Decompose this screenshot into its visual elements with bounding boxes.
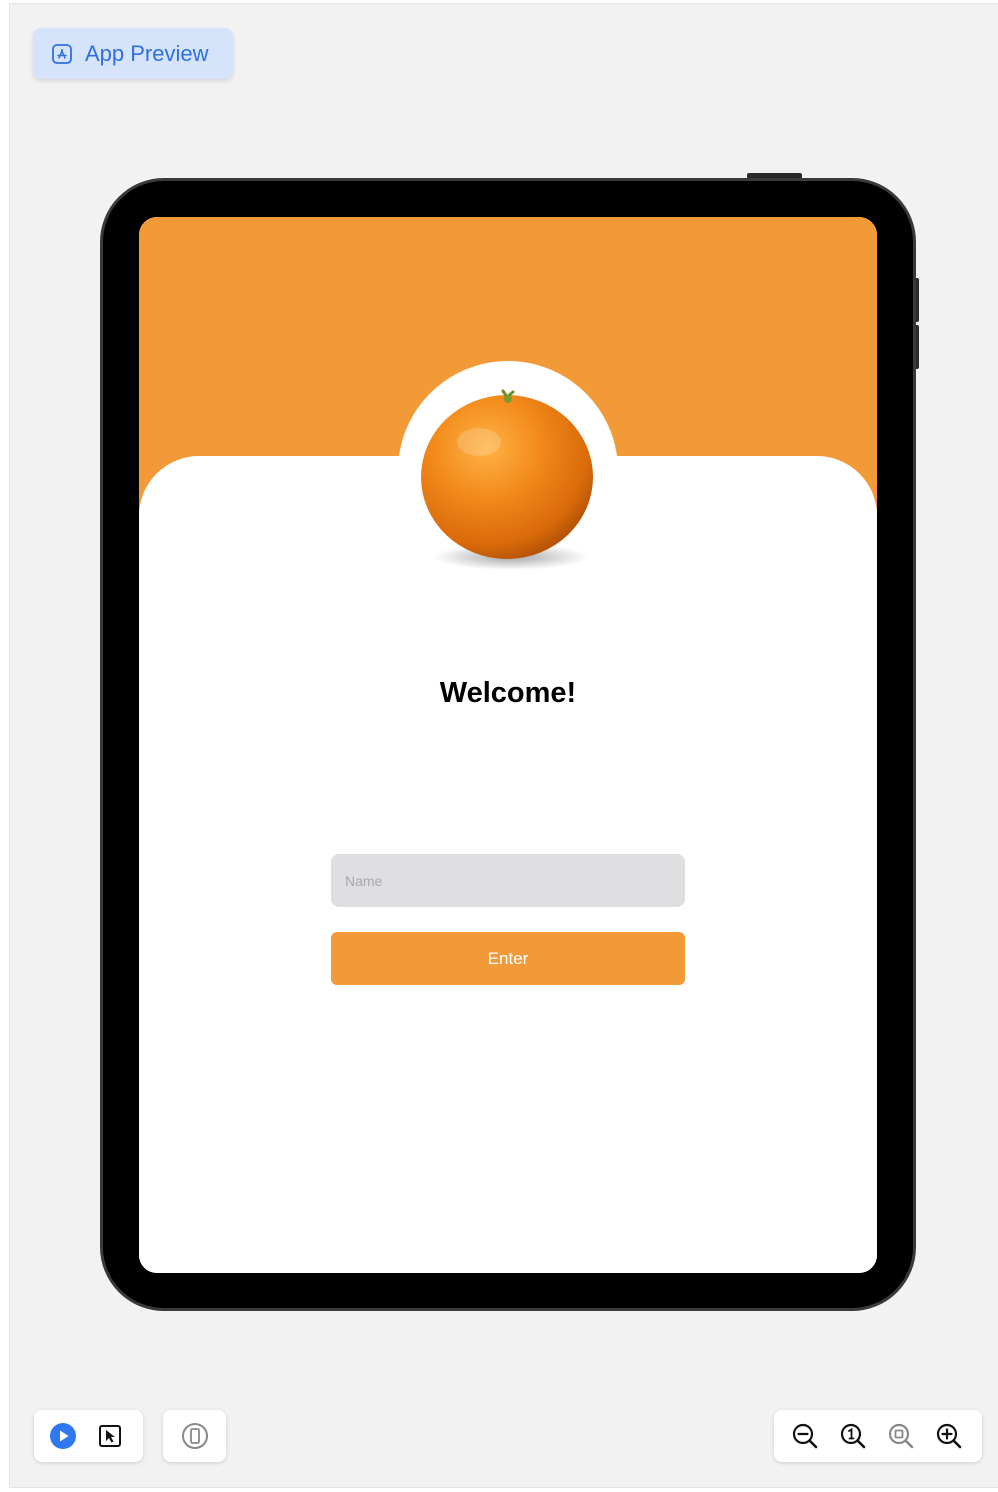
app-store-icon (51, 43, 73, 65)
enter-button[interactable]: Enter (331, 932, 685, 985)
app-preview-badge[interactable]: App Preview (33, 28, 233, 79)
zoom-in-icon[interactable] (934, 1421, 964, 1451)
zoom-out-icon[interactable] (790, 1421, 820, 1451)
welcome-heading: Welcome! (439, 677, 577, 709)
app-screen: Welcome! Enter (139, 217, 877, 1273)
app-preview-label: App Preview (85, 40, 209, 66)
zoom-actual-size-icon[interactable] (838, 1421, 868, 1451)
zoom-toolbar (774, 1410, 982, 1462)
play-icon[interactable] (48, 1421, 78, 1451)
orange-image (421, 389, 593, 570)
name-input[interactable] (331, 854, 685, 907)
device-icon[interactable] (180, 1421, 210, 1451)
device-toolbar (163, 1410, 226, 1462)
cursor-select-icon[interactable] (95, 1421, 125, 1451)
preview-mode-toolbar (34, 1410, 143, 1462)
zoom-to-fit-icon[interactable] (886, 1421, 916, 1451)
